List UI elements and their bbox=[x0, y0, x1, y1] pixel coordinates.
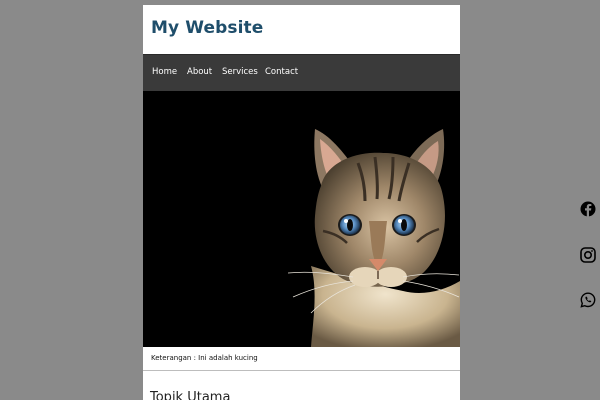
instagram-icon[interactable] bbox=[580, 247, 596, 263]
nav-link-contact[interactable]: Contact bbox=[265, 67, 298, 77]
site-title: My Website bbox=[151, 18, 264, 38]
facebook-icon[interactable] bbox=[580, 201, 596, 217]
site-header: My Website bbox=[143, 5, 460, 54]
whatsapp-icon[interactable] bbox=[580, 292, 596, 308]
hero-image bbox=[143, 91, 460, 347]
caption-divider bbox=[143, 370, 460, 371]
cat-photo bbox=[143, 91, 460, 347]
page-card: My Website Home About Services Contact K… bbox=[143, 5, 460, 400]
nav-link-about[interactable]: About bbox=[187, 67, 212, 77]
nav-link-home[interactable]: Home bbox=[152, 67, 177, 77]
image-caption: Keterangan : Ini adalah kucing bbox=[151, 354, 258, 362]
nav-link-services[interactable]: Services bbox=[222, 67, 258, 77]
navbar: Home About Services Contact bbox=[143, 54, 460, 92]
section-heading: Topik Utama bbox=[150, 390, 231, 400]
